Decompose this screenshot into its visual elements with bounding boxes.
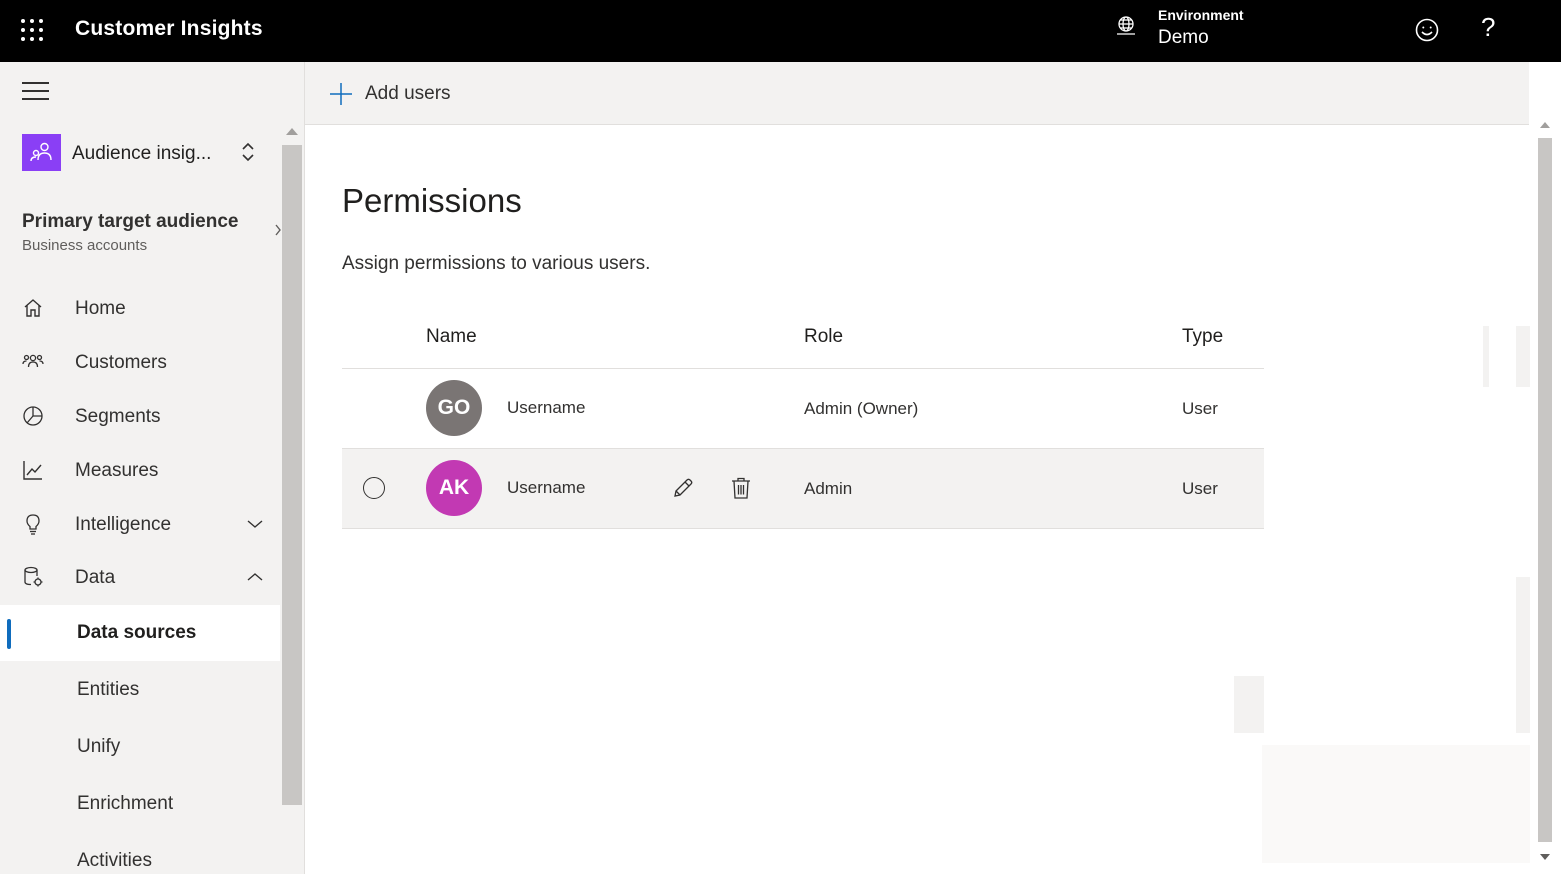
nav-item-home[interactable]: Home bbox=[0, 282, 280, 336]
nav-sub-item-enrichment[interactable]: Enrichment bbox=[0, 776, 280, 832]
table-row[interactable]: GO Username Admin (Owner) User bbox=[342, 369, 1264, 449]
delete-trash-icon[interactable] bbox=[730, 476, 752, 500]
row-select-radio[interactable] bbox=[363, 477, 385, 499]
plus-icon bbox=[330, 83, 352, 105]
app-launcher-icon[interactable] bbox=[21, 19, 43, 41]
user-role: Admin bbox=[804, 479, 853, 498]
main-scrollbar[interactable] bbox=[1536, 118, 1554, 863]
feedback-smile-icon[interactable] bbox=[1414, 17, 1440, 43]
panel-fragment bbox=[1234, 676, 1264, 733]
nav-sub-item-unify[interactable]: Unify bbox=[0, 719, 280, 775]
column-header-type[interactable]: Type bbox=[1182, 326, 1223, 348]
nav-item-data[interactable]: Data bbox=[0, 551, 280, 605]
user-type: User bbox=[1182, 399, 1218, 418]
app-title[interactable]: Customer Insights bbox=[75, 17, 263, 41]
chevron-right-icon[interactable] bbox=[274, 223, 282, 237]
nav-item-segments[interactable]: Segments bbox=[0, 390, 280, 444]
user-role: Admin (Owner) bbox=[804, 399, 919, 418]
table-header: Name Role Type bbox=[342, 310, 1264, 369]
nav-sub-item-activities[interactable]: Activities bbox=[0, 833, 280, 874]
top-bar: Customer Insights Environment Demo ? bbox=[0, 0, 1561, 62]
measures-icon bbox=[23, 461, 42, 480]
user-name: Username bbox=[507, 478, 586, 497]
user-type: User bbox=[1182, 479, 1218, 498]
avatar: GO bbox=[426, 380, 482, 436]
hamburger-menu-icon[interactable] bbox=[22, 82, 50, 100]
environment-label[interactable]: Environment bbox=[1158, 7, 1244, 23]
scroll-up-arrow-icon[interactable] bbox=[1540, 122, 1550, 128]
table-row[interactable]: AK Username Admin User bbox=[342, 449, 1264, 529]
page-title: Permissions bbox=[342, 182, 522, 219]
sub-item-label: Activities bbox=[77, 850, 152, 871]
nav-item-intelligence[interactable]: Intelligence bbox=[0, 498, 280, 552]
home-icon bbox=[24, 299, 42, 317]
nav-item-label: Customers bbox=[75, 352, 167, 373]
sub-item-label: Entities bbox=[77, 679, 140, 700]
help-icon[interactable]: ? bbox=[1481, 12, 1495, 43]
nav-item-label: Segments bbox=[75, 406, 161, 427]
panel-fragment bbox=[1516, 326, 1530, 387]
command-bar: Add users bbox=[305, 62, 1529, 125]
scroll-down-arrow-icon[interactable] bbox=[1540, 854, 1550, 860]
sidebar: Audience insig... Primary target audienc… bbox=[0, 62, 305, 874]
nav-sub-item-data-sources[interactable]: Data sources bbox=[0, 605, 280, 661]
environment-switcher[interactable]: Audience insig... bbox=[22, 134, 282, 174]
customers-icon bbox=[22, 354, 44, 368]
avatar: AK bbox=[426, 460, 482, 516]
panel-fragment bbox=[1262, 745, 1530, 863]
main-scrollbar-thumb[interactable] bbox=[1538, 138, 1552, 842]
segments-icon bbox=[23, 406, 43, 426]
add-users-label: Add users bbox=[365, 83, 451, 104]
sub-item-label: Unify bbox=[77, 736, 121, 757]
audience-subtitle: Business accounts bbox=[22, 237, 148, 254]
environment-value[interactable]: Demo bbox=[1158, 27, 1209, 49]
nav-item-label: Home bbox=[75, 298, 126, 319]
column-header-role[interactable]: Role bbox=[804, 326, 843, 348]
nav-item-label: Measures bbox=[75, 460, 159, 481]
chevron-down-icon[interactable] bbox=[246, 518, 264, 530]
user-name: Username bbox=[507, 398, 586, 417]
intelligence-icon bbox=[26, 514, 40, 535]
column-header-name[interactable]: Name bbox=[426, 326, 477, 348]
edit-pencil-icon[interactable] bbox=[671, 476, 695, 500]
nav-item-label: Data bbox=[75, 567, 116, 588]
nav-item-customers[interactable]: Customers bbox=[0, 336, 280, 390]
panel-fragment bbox=[1483, 326, 1489, 387]
nav-item-label: Intelligence bbox=[75, 514, 172, 535]
nav-item-measures[interactable]: Measures bbox=[0, 444, 280, 498]
data-icon bbox=[24, 566, 43, 587]
audience-tile-icon bbox=[22, 134, 61, 171]
sidebar-scrollbar-thumb[interactable] bbox=[282, 145, 302, 805]
panel-fragment bbox=[1516, 577, 1530, 733]
page-description: Assign permissions to various users. bbox=[342, 253, 651, 274]
active-indicator bbox=[7, 619, 11, 649]
globe-icon[interactable] bbox=[1114, 14, 1138, 38]
chevron-up-down-icon[interactable] bbox=[240, 140, 256, 164]
chevron-up-icon[interactable] bbox=[246, 571, 264, 583]
environment-name: Audience insig... bbox=[72, 143, 212, 164]
nav-sub-item-entities[interactable]: Entities bbox=[0, 662, 280, 718]
audience-title[interactable]: Primary target audience bbox=[22, 211, 238, 233]
scroll-up-arrow-icon[interactable] bbox=[286, 128, 298, 135]
sub-item-label: Data sources bbox=[77, 622, 197, 643]
sub-item-label: Enrichment bbox=[77, 793, 174, 814]
